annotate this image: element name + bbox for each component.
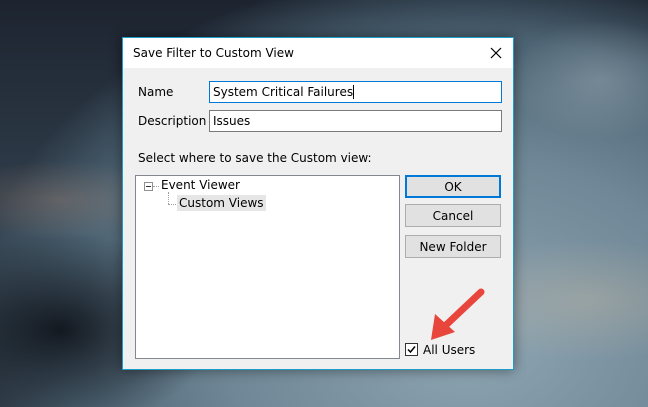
dialog-titlebar[interactable]: Save Filter to Custom View — [123, 38, 513, 68]
close-button[interactable] — [479, 38, 513, 68]
new-folder-button[interactable]: New Folder — [405, 235, 501, 258]
expander-minus-icon[interactable] — [144, 182, 153, 191]
tree-connector — [153, 186, 159, 187]
ok-button[interactable]: OK — [405, 175, 501, 198]
all-users-checkbox[interactable] — [405, 343, 418, 356]
name-label: Name — [138, 85, 174, 99]
annotation-arrow — [431, 288, 485, 340]
text-caret — [353, 85, 355, 99]
dialog-title: Save Filter to Custom View — [133, 46, 294, 60]
description-field[interactable]: Issues — [209, 110, 502, 132]
tree-item-event-viewer[interactable]: Event Viewer — [161, 178, 240, 192]
description-field-value: Issues — [213, 114, 251, 128]
name-field-value: System Critical Failures — [213, 85, 354, 99]
location-label: Select where to save the Custom view: — [138, 151, 372, 165]
tree-item-custom-views[interactable]: Custom Views — [177, 195, 266, 211]
folder-tree[interactable]: Event Viewer Custom Views — [135, 175, 400, 359]
description-label: Description — [138, 114, 207, 128]
name-field[interactable]: System Critical Failures — [209, 81, 502, 103]
cancel-button[interactable]: Cancel — [405, 204, 501, 227]
close-icon — [490, 47, 502, 59]
checkmark-icon — [407, 346, 416, 354]
tree-connector — [168, 204, 176, 205]
tree-connector — [168, 192, 169, 204]
